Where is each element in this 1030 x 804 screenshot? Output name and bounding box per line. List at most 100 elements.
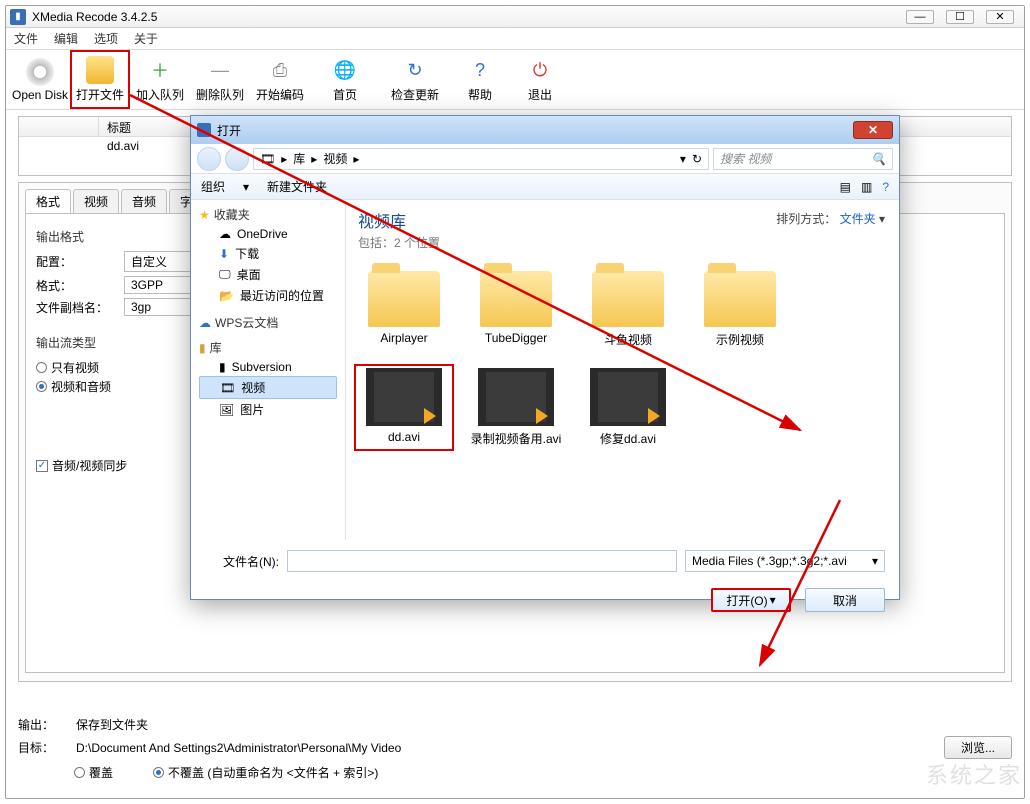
folder-icon <box>704 271 776 327</box>
label-ext: 文件副档名： <box>36 299 116 316</box>
chevron-down-icon: ▾ <box>770 593 776 607</box>
sort-by[interactable]: 排列方式： 文件夹 ▾ <box>776 210 885 227</box>
folder-icon <box>368 271 440 327</box>
browse-button[interactable]: 浏览... <box>944 736 1012 759</box>
check-update-button[interactable]: ↻ 检查更新 <box>380 52 450 107</box>
app-icon: ▮ <box>10 9 26 25</box>
library-subtitle: 包括：2 个位置 <box>358 234 887 251</box>
open-disk-button[interactable]: Open Disk <box>10 54 70 106</box>
add-queue-button[interactable]: ＋ 加入队列 <box>130 52 190 107</box>
start-encode-button[interactable]: ⎙ 开始编码 <box>250 52 310 107</box>
download-icon: ⬇ <box>219 247 229 261</box>
filetype-dropdown[interactable]: Media Files (*.3gp;*.3g2;*.avi▾ <box>685 550 885 572</box>
sidebar-favorites[interactable]: ★收藏夹 <box>199 206 337 223</box>
dialog-icon <box>197 123 211 137</box>
sidebar-video[interactable]: 🎞视频 <box>199 376 337 399</box>
open-dialog: 打开 ✕ 🎞 ▸ 库 ▸ 视频 ▸ ▾ ↻ 搜索 视频 🔍 组织▾ 新建文件夹 … <box>190 115 900 600</box>
exit-button[interactable]: ⏻ 退出 <box>510 52 570 107</box>
label-target: 目标： <box>18 739 68 756</box>
folder-icon <box>480 271 552 327</box>
sidebar-subversion[interactable]: ▮Subversion <box>199 358 337 376</box>
open-file-button[interactable]: 打开文件 <box>70 50 130 109</box>
maximize-button[interactable]: ☐ <box>946 10 974 24</box>
radio-video-audio[interactable]: 视频和音频 <box>36 378 111 395</box>
bottom-bar: 输出： 保存到文件夹 目标： D:\Document And Settings2… <box>18 713 1012 786</box>
picture-icon: 🖼 <box>219 403 234 417</box>
combo-output[interactable]: 保存到文件夹 <box>76 716 216 733</box>
power-icon: ⏻ <box>526 56 554 84</box>
menu-options[interactable]: 选项 <box>94 30 118 47</box>
sidebar-wps[interactable]: ☁WPS云文档 <box>199 314 337 331</box>
home-button[interactable]: 🌐 首页 <box>310 52 380 107</box>
folder-sample[interactable]: 示例视频 <box>694 271 786 348</box>
combo-format[interactable]: 3GPP <box>124 276 194 294</box>
radio-no-overwrite[interactable]: 不覆盖 (自动重命名为 <文件名 + 索引>) <box>153 764 378 781</box>
disc-icon <box>26 58 54 86</box>
back-button[interactable] <box>197 147 221 171</box>
minus-icon: — <box>206 56 234 84</box>
chevron-down-icon: ▾ <box>872 554 878 568</box>
video-thumb-icon <box>478 368 554 426</box>
help-icon: ? <box>466 56 494 84</box>
titlebar: ▮ XMedia Recode 3.4.2.5 — ☐ ✕ <box>6 6 1024 28</box>
tab-format[interactable]: 格式 <box>25 189 71 213</box>
combo-profile[interactable]: 自定义 <box>124 251 194 272</box>
open-button[interactable]: 打开(O) ▾ <box>711 588 791 612</box>
file-backup-avi[interactable]: 录制视频备用.avi <box>470 368 562 447</box>
preview-icon[interactable]: ▥ <box>861 180 872 194</box>
sidebar-onedrive[interactable]: ☁OneDrive <box>199 225 337 243</box>
video-icon: 🎞 <box>220 381 235 395</box>
forward-button[interactable] <box>225 147 249 171</box>
sidebar-desktop[interactable]: 🖵桌面 <box>199 264 337 285</box>
close-button[interactable]: ✕ <box>986 10 1014 24</box>
menu-edit[interactable]: 编辑 <box>54 30 78 47</box>
minimize-button[interactable]: — <box>906 10 934 24</box>
plus-icon: ＋ <box>146 56 174 84</box>
dialog-title: 打开 <box>217 122 241 139</box>
sidebar-libraries[interactable]: ▮库 <box>199 339 337 356</box>
desktop-icon: 🖵 <box>219 267 231 282</box>
label-output: 输出： <box>18 716 68 733</box>
tab-audio[interactable]: 音频 <box>121 189 167 213</box>
folder-douyu[interactable]: 斗鱼视频 <box>582 271 674 348</box>
watermark: 系统之家 <box>926 758 1022 790</box>
sidebar-downloads[interactable]: ⬇下载 <box>199 243 337 264</box>
search-input[interactable]: 搜索 视频 🔍 <box>713 148 893 170</box>
view-icon[interactable]: ▤ <box>840 180 851 194</box>
help-button[interactable]: ? 帮助 <box>450 52 510 107</box>
sidebar-pictures[interactable]: 🖼图片 <box>199 399 337 420</box>
toolbar: Open Disk 打开文件 ＋ 加入队列 — 删除队列 ⎙ 开始编码 🌐 首页… <box>6 50 1024 110</box>
combo-ext[interactable]: 3gp <box>124 298 194 316</box>
checkbox-icon: ✓ <box>36 460 48 472</box>
dialog-close-button[interactable]: ✕ <box>853 121 893 139</box>
help-icon[interactable]: ? <box>882 180 889 194</box>
folder-icon: ▮ <box>219 360 226 374</box>
video-thumb-icon <box>590 368 666 426</box>
radio-video-only[interactable]: 只有视频 <box>36 359 111 376</box>
new-folder-button[interactable]: 新建文件夹 <box>267 178 327 195</box>
window-title: XMedia Recode 3.4.2.5 <box>32 10 157 24</box>
menu-file[interactable]: 文件 <box>14 30 38 47</box>
folder-tubedigger[interactable]: TubeDigger <box>470 271 562 348</box>
sidebar-recent[interactable]: 📂最近访问的位置 <box>199 285 337 306</box>
remove-queue-button[interactable]: — 删除队列 <box>190 52 250 107</box>
video-thumb-icon <box>366 368 442 426</box>
file-dd-avi[interactable]: dd.avi <box>358 368 450 447</box>
menubar: 文件 编辑 选项 关于 <box>6 28 1024 50</box>
star-icon: ★ <box>199 208 210 222</box>
refresh-icon[interactable]: ↻ <box>692 152 702 166</box>
dialog-titlebar: 打开 ✕ <box>191 116 899 144</box>
breadcrumb[interactable]: 🎞 ▸ 库 ▸ 视频 ▸ ▾ ↻ <box>253 148 709 170</box>
filename-input[interactable] <box>287 550 677 572</box>
organize-menu[interactable]: 组织 <box>201 178 225 195</box>
tab-video[interactable]: 视频 <box>73 189 119 213</box>
chevron-down-icon[interactable]: ▾ <box>680 152 686 166</box>
dialog-buttons: 打开(O) ▾ 取消 <box>191 582 899 626</box>
dialog-nav: 🎞 ▸ 库 ▸ 视频 ▸ ▾ ↻ 搜索 视频 🔍 <box>191 144 899 174</box>
radio-overwrite[interactable]: 覆盖 <box>74 764 113 781</box>
file-fix-avi[interactable]: 修复dd.avi <box>582 368 674 447</box>
cancel-button[interactable]: 取消 <box>805 588 885 612</box>
encode-icon: ⎙ <box>266 56 294 84</box>
menu-about[interactable]: 关于 <box>134 30 158 47</box>
folder-airplayer[interactable]: Airplayer <box>358 271 450 348</box>
